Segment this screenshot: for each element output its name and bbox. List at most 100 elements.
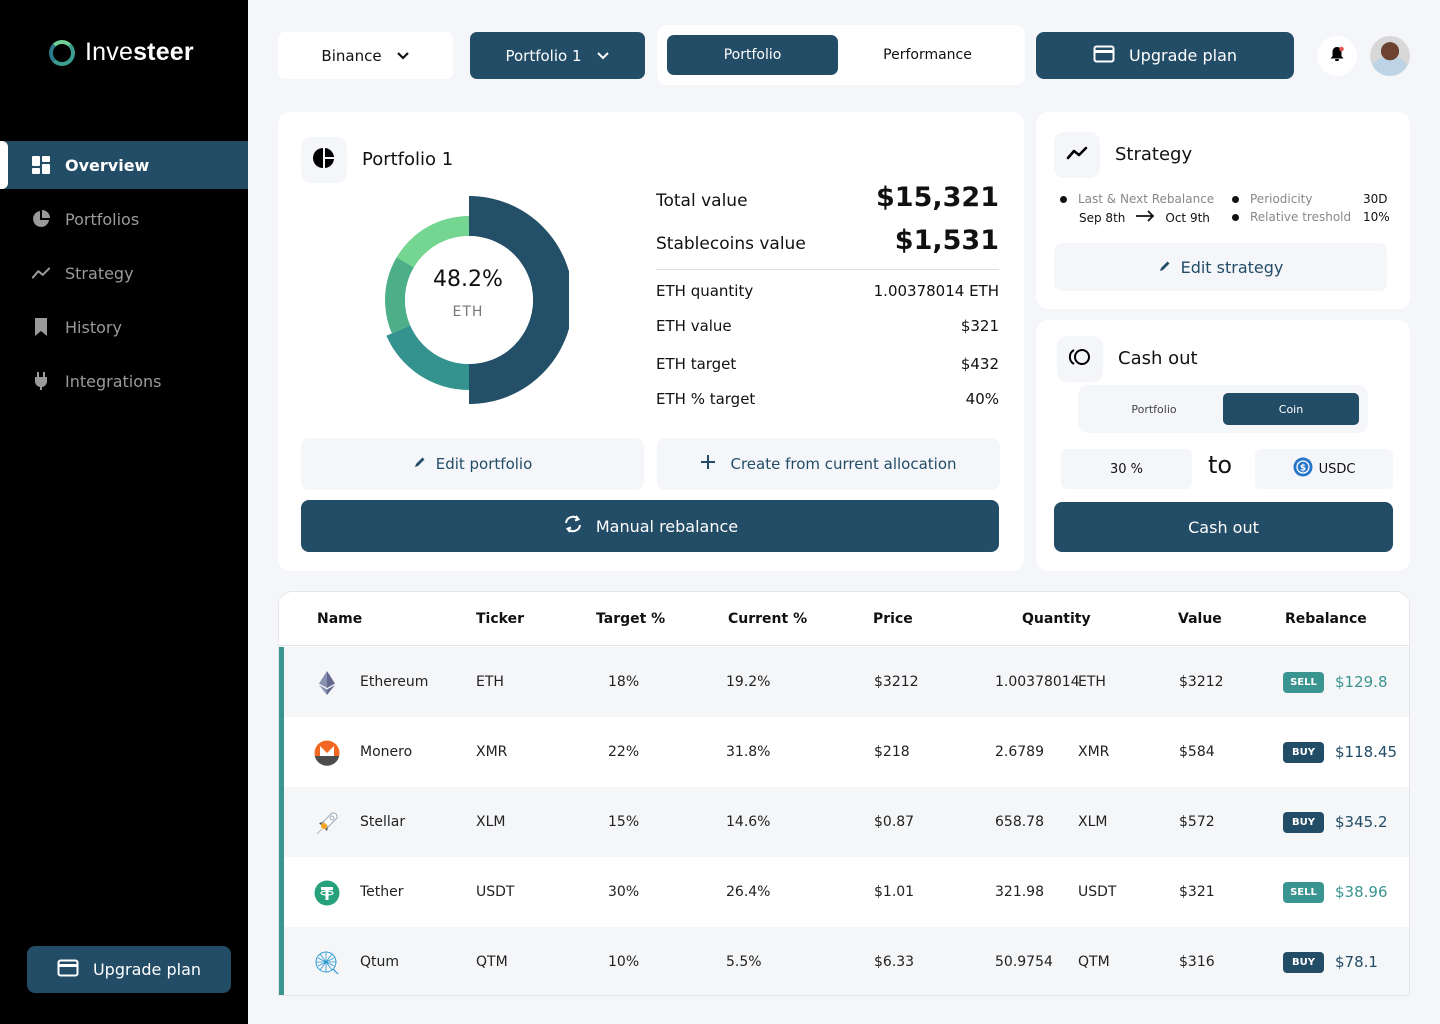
cashout-percent-input[interactable]: 30 % (1061, 449, 1192, 489)
target-percent: 22% (608, 744, 640, 760)
rebalance-amount: $118.45 (1335, 743, 1398, 761)
quantity-unit: QTM (1078, 954, 1110, 970)
detail-label: ETH % target (656, 390, 756, 408)
current-percent: 14.6% (726, 814, 771, 830)
buy-badge[interactable]: BUY (1283, 742, 1324, 763)
tab-portfolio[interactable]: Portfolio (667, 35, 838, 75)
buy-badge[interactable]: BUY (1283, 812, 1324, 833)
table-header: Name Ticker Target % Current % Price Qua… (279, 592, 1409, 646)
sidebar-upgrade-button[interactable]: Upgrade plan (27, 946, 231, 993)
detail-row: ETH quantity 1.00378014 ETH (656, 282, 999, 300)
coin-name: Stellar (360, 814, 406, 830)
coin-ticker: XLM (476, 814, 506, 830)
svg-text:$: $ (1299, 464, 1305, 474)
create-from-allocation-button[interactable]: Create from current allocation (657, 438, 1000, 490)
strategy-card: Strategy Last & Next Rebalance Sep 8th O… (1036, 112, 1410, 309)
logo[interactable]: Investeer (49, 38, 194, 67)
exchange-dropdown[interactable]: Binance (278, 32, 453, 79)
row-accent-bar (279, 857, 284, 927)
sell-badge[interactable]: SELL (1283, 882, 1324, 903)
sidebar-item-history[interactable]: History (0, 303, 248, 351)
notifications-button[interactable] (1317, 36, 1357, 76)
monero-icon (314, 740, 340, 766)
strategy-title: Strategy (1115, 144, 1193, 165)
sidebar-item-integrations[interactable]: Integrations (0, 357, 248, 405)
upgrade-plan-button[interactable]: Upgrade plan (1036, 32, 1294, 79)
user-avatar[interactable] (1370, 36, 1410, 76)
tab-performance[interactable]: Performance (842, 35, 1013, 75)
detail-label: ETH value (656, 317, 732, 335)
column-header-price[interactable]: Price (873, 611, 913, 627)
portfolio-dropdown[interactable]: Portfolio 1 (470, 32, 645, 79)
quantity-unit: XLM (1078, 814, 1108, 830)
column-header-value[interactable]: Value (1178, 611, 1222, 627)
pie-chart-icon (31, 209, 51, 229)
quantity: 1.00378014 (995, 674, 1080, 690)
stablecoins-value-row: Stablecoins value $1,531 (656, 225, 999, 256)
credit-card-icon (1093, 45, 1115, 67)
sidebar-item-label: History (65, 317, 122, 337)
sell-badge[interactable]: SELL (1283, 672, 1324, 693)
value: $572 (1179, 814, 1215, 830)
cashout-card: Cash out Portfolio Coin 30 % to $ USDC C… (1036, 320, 1410, 571)
target-percent: 15% (608, 814, 640, 830)
bullet (1060, 195, 1067, 203)
tab-cashout-coin[interactable]: Coin (1223, 393, 1359, 425)
detail-row: ETH target $432 (656, 355, 999, 373)
column-header-current[interactable]: Current % (728, 611, 807, 627)
portfolio-icon-box (301, 137, 347, 183)
edit-portfolio-button[interactable]: Edit portfolio (301, 438, 644, 490)
buy-badge[interactable]: BUY (1283, 952, 1324, 973)
table-row[interactable]: Monero XMR 22% 31.8% $218 2.6789 XMR $584 BUY $11… (279, 717, 1409, 787)
chevron-down-icon (396, 47, 410, 65)
detail-label: ETH target (656, 355, 737, 373)
detail-row: ETH % target 40% (656, 390, 999, 408)
bullet (1232, 195, 1239, 203)
sidebar-item-portfolios[interactable]: Portfolios (0, 195, 248, 243)
column-header-ticker[interactable]: Ticker (476, 611, 524, 627)
create-label: Create from current allocation (730, 455, 957, 473)
holdings-table: Name Ticker Target % Current % Price Qua… (278, 591, 1410, 996)
edit-strategy-button[interactable]: Edit strategy (1054, 243, 1387, 291)
pencil-icon (1158, 258, 1171, 277)
table-row[interactable]: Ethereum ETH 18% 19.2% $3212 1.00378014 ETH $32… (279, 647, 1409, 717)
upgrade-label: Upgrade plan (92, 960, 202, 979)
cashout-title: Cash out (1118, 348, 1198, 369)
trend-line-icon (1066, 145, 1088, 165)
rebalance-amount: $78.1 (1335, 953, 1378, 971)
target-coin-select[interactable]: $ USDC (1255, 449, 1393, 489)
quantity: 2.6789 (995, 744, 1044, 760)
cashout-button[interactable]: Cash out (1054, 502, 1393, 552)
sidebar-item-strategy[interactable]: Strategy (0, 249, 248, 297)
table-row[interactable]: Qtum QTM 10% 5.5% $6.33 50.9754 QTM $316 BUY $78.… (279, 927, 1409, 995)
column-header-name[interactable]: Name (317, 611, 362, 627)
tether-icon (314, 880, 340, 906)
pencil-icon (413, 455, 426, 473)
price: $0.87 (874, 814, 915, 830)
quantity-unit: ETH (1078, 674, 1106, 690)
tab-cashout-portfolio[interactable]: Portfolio (1086, 393, 1222, 425)
sidebar-item-label: Strategy (65, 263, 134, 283)
last-rebalance-date: Sep 8th (1079, 210, 1126, 225)
stablecoins-value-label: Stablecoins value (656, 234, 806, 254)
value: $584 (1179, 744, 1215, 760)
edit-strategy-label: Edit strategy (1180, 257, 1284, 277)
upgrade-label: Upgrade plan (1128, 46, 1238, 65)
column-header-quantity[interactable]: Quantity (1022, 611, 1091, 627)
current-percent: 19.2% (726, 674, 771, 690)
value: $316 (1179, 954, 1215, 970)
price: $3212 (874, 674, 919, 690)
manual-rebalance-button[interactable]: Manual rebalance (301, 500, 999, 552)
column-header-target[interactable]: Target % (596, 611, 665, 627)
coin-ticker: USDT (476, 884, 515, 900)
rebalance-label: Last & Next Rebalance (1078, 192, 1215, 206)
table-row[interactable]: Tether USDT 30% 26.4% $1.01 321.98 USDT $321 SEL… (279, 857, 1409, 927)
refresh-icon (562, 514, 584, 538)
target-percent: 30% (608, 884, 640, 900)
sidebar-item-overview[interactable]: Overview (0, 141, 248, 189)
donut-center-value: 48.2% (433, 267, 503, 292)
cashout-mode-tabs: Portfolio Coin (1078, 385, 1368, 433)
column-header-rebalance[interactable]: Rebalance (1285, 611, 1367, 627)
table-row[interactable]: Stellar XLM 15% 14.6% $0.87 658.78 XLM $572 BUY $… (279, 787, 1409, 857)
value: $321 (1179, 884, 1215, 900)
